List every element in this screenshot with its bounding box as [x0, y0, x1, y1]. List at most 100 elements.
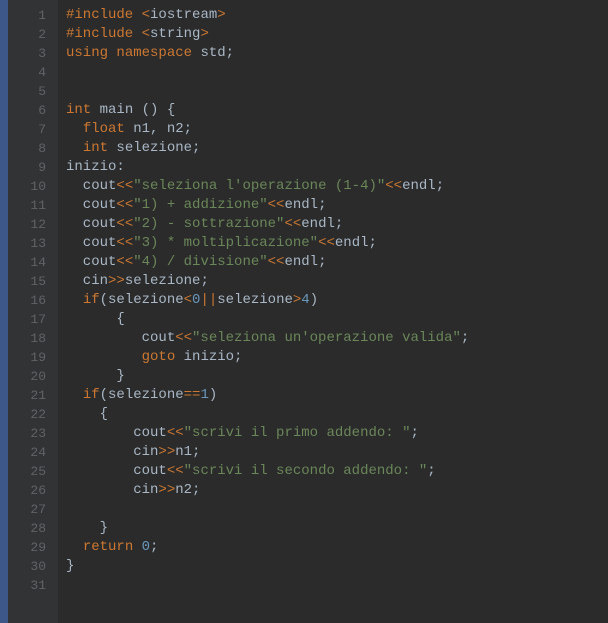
- code-token-default: [66, 387, 83, 403]
- code-token-op: <<: [268, 254, 285, 270]
- code-token-default: selezione;: [116, 140, 200, 156]
- code-token-default: {: [66, 311, 125, 327]
- line-number: 8: [8, 139, 58, 158]
- code-line[interactable]: }: [66, 367, 608, 386]
- code-token-keyword: if: [83, 387, 100, 403]
- code-line[interactable]: float n1, n2;: [66, 120, 608, 139]
- code-token-default: endl;: [402, 178, 444, 194]
- code-token-string: "seleziona un'operazione valida": [192, 330, 461, 346]
- line-number: 11: [8, 196, 58, 215]
- code-token-default: selezione;: [125, 273, 209, 289]
- code-line[interactable]: [66, 82, 608, 101]
- line-number: 7: [8, 120, 58, 139]
- code-token-default: ;: [427, 463, 435, 479]
- code-line[interactable]: return 0;: [66, 538, 608, 557]
- code-token-op: <<: [116, 216, 133, 232]
- code-token-op: ||: [200, 292, 217, 308]
- code-line[interactable]: cin>>selezione;: [66, 272, 608, 291]
- line-number: 14: [8, 253, 58, 272]
- code-token-default: std;: [200, 45, 234, 61]
- code-line[interactable]: {: [66, 310, 608, 329]
- line-number: 5: [8, 82, 58, 101]
- code-token-number: 0: [142, 539, 150, 555]
- code-line[interactable]: }: [66, 519, 608, 538]
- code-line[interactable]: int selezione;: [66, 139, 608, 158]
- code-token-op: <<: [116, 178, 133, 194]
- code-token-op: <: [142, 7, 150, 23]
- editor-left-bar: [0, 0, 8, 623]
- code-token-default: n1;: [175, 444, 200, 460]
- code-token-op: <<: [318, 235, 335, 251]
- code-token-string: "2) - sottrazione": [133, 216, 284, 232]
- code-line[interactable]: #include <iostream>: [66, 6, 608, 25]
- code-token-default: }: [66, 368, 125, 384]
- code-token-string: "3) * moltiplicazione": [133, 235, 318, 251]
- code-line[interactable]: goto inizio;: [66, 348, 608, 367]
- code-token-number: 4: [301, 292, 309, 308]
- line-number: 17: [8, 310, 58, 329]
- code-token-preproc: #include: [66, 26, 142, 42]
- line-number: 24: [8, 443, 58, 462]
- code-token-default: ;: [150, 539, 158, 555]
- code-line[interactable]: if(selezione==1): [66, 386, 608, 405]
- code-token-type: int: [83, 140, 117, 156]
- code-line[interactable]: if(selezione<0||selezione>4): [66, 291, 608, 310]
- code-line[interactable]: cout<<"scrivi il primo addendo: ";: [66, 424, 608, 443]
- code-line[interactable]: cin>>n1;: [66, 443, 608, 462]
- code-line[interactable]: cout<<"1) + addizione"<<endl;: [66, 196, 608, 215]
- code-token-op: <<: [268, 197, 285, 213]
- code-line[interactable]: #include <string>: [66, 25, 608, 44]
- line-number: 13: [8, 234, 58, 253]
- code-token-op: >: [217, 7, 225, 23]
- code-token-incfile: string: [150, 26, 200, 42]
- code-token-string: "scrivi il secondo addendo: ": [184, 463, 428, 479]
- code-token-default: main () {: [100, 102, 176, 118]
- code-token-op: <: [184, 292, 192, 308]
- line-number: 29: [8, 538, 58, 557]
- code-line[interactable]: cout<<"3) * moltiplicazione"<<endl;: [66, 234, 608, 253]
- code-token-preproc: #include: [66, 7, 142, 23]
- code-token-default: [66, 349, 142, 365]
- code-token-keyword: goto: [142, 349, 184, 365]
- code-token-string: "4) / divisione": [133, 254, 267, 270]
- code-line[interactable]: int main () {: [66, 101, 608, 120]
- line-number-gutter[interactable]: 1234567891011121314151617181920212223242…: [8, 0, 58, 623]
- code-line[interactable]: cin>>n2;: [66, 481, 608, 500]
- code-token-default: cin: [66, 482, 158, 498]
- code-line[interactable]: cout<<"2) - sottrazione"<<endl;: [66, 215, 608, 234]
- code-token-string: "1) + addizione": [133, 197, 267, 213]
- code-token-op: >: [200, 26, 208, 42]
- line-number: 22: [8, 405, 58, 424]
- code-token-op: <: [142, 26, 150, 42]
- code-line[interactable]: cout<<"seleziona l'operazione (1-4)"<<en…: [66, 177, 608, 196]
- code-token-op: >>: [158, 482, 175, 498]
- code-token-op: <<: [116, 235, 133, 251]
- code-line[interactable]: cout<<"scrivi il secondo addendo: ";: [66, 462, 608, 481]
- line-number: 2: [8, 25, 58, 44]
- code-token-op: <<: [167, 463, 184, 479]
- line-number: 31: [8, 576, 58, 595]
- code-line[interactable]: [66, 576, 608, 595]
- code-editor-area[interactable]: #include <iostream>#include <string>usin…: [58, 0, 608, 623]
- line-number: 3: [8, 44, 58, 63]
- code-line[interactable]: [66, 500, 608, 519]
- line-number: 19: [8, 348, 58, 367]
- code-line[interactable]: using namespace std;: [66, 44, 608, 63]
- code-line[interactable]: {: [66, 405, 608, 424]
- code-token-op: <<: [175, 330, 192, 346]
- code-token-string: "scrivi il primo addendo: ": [184, 425, 411, 441]
- code-token-default: cout: [66, 178, 116, 194]
- line-number: 6: [8, 101, 58, 120]
- line-number: 30: [8, 557, 58, 576]
- code-line[interactable]: cout<<"4) / divisione"<<endl;: [66, 253, 608, 272]
- code-line[interactable]: }: [66, 557, 608, 576]
- code-line[interactable]: inizio:: [66, 158, 608, 177]
- code-token-default: endl;: [284, 197, 326, 213]
- code-line[interactable]: [66, 63, 608, 82]
- code-token-default: inizio;: [184, 349, 243, 365]
- code-token-default: endl;: [301, 216, 343, 232]
- code-token-default: cout: [66, 463, 167, 479]
- code-token-default: cout: [66, 330, 175, 346]
- code-line[interactable]: cout<<"seleziona un'operazione valida";: [66, 329, 608, 348]
- code-token-default: (selezione: [100, 292, 184, 308]
